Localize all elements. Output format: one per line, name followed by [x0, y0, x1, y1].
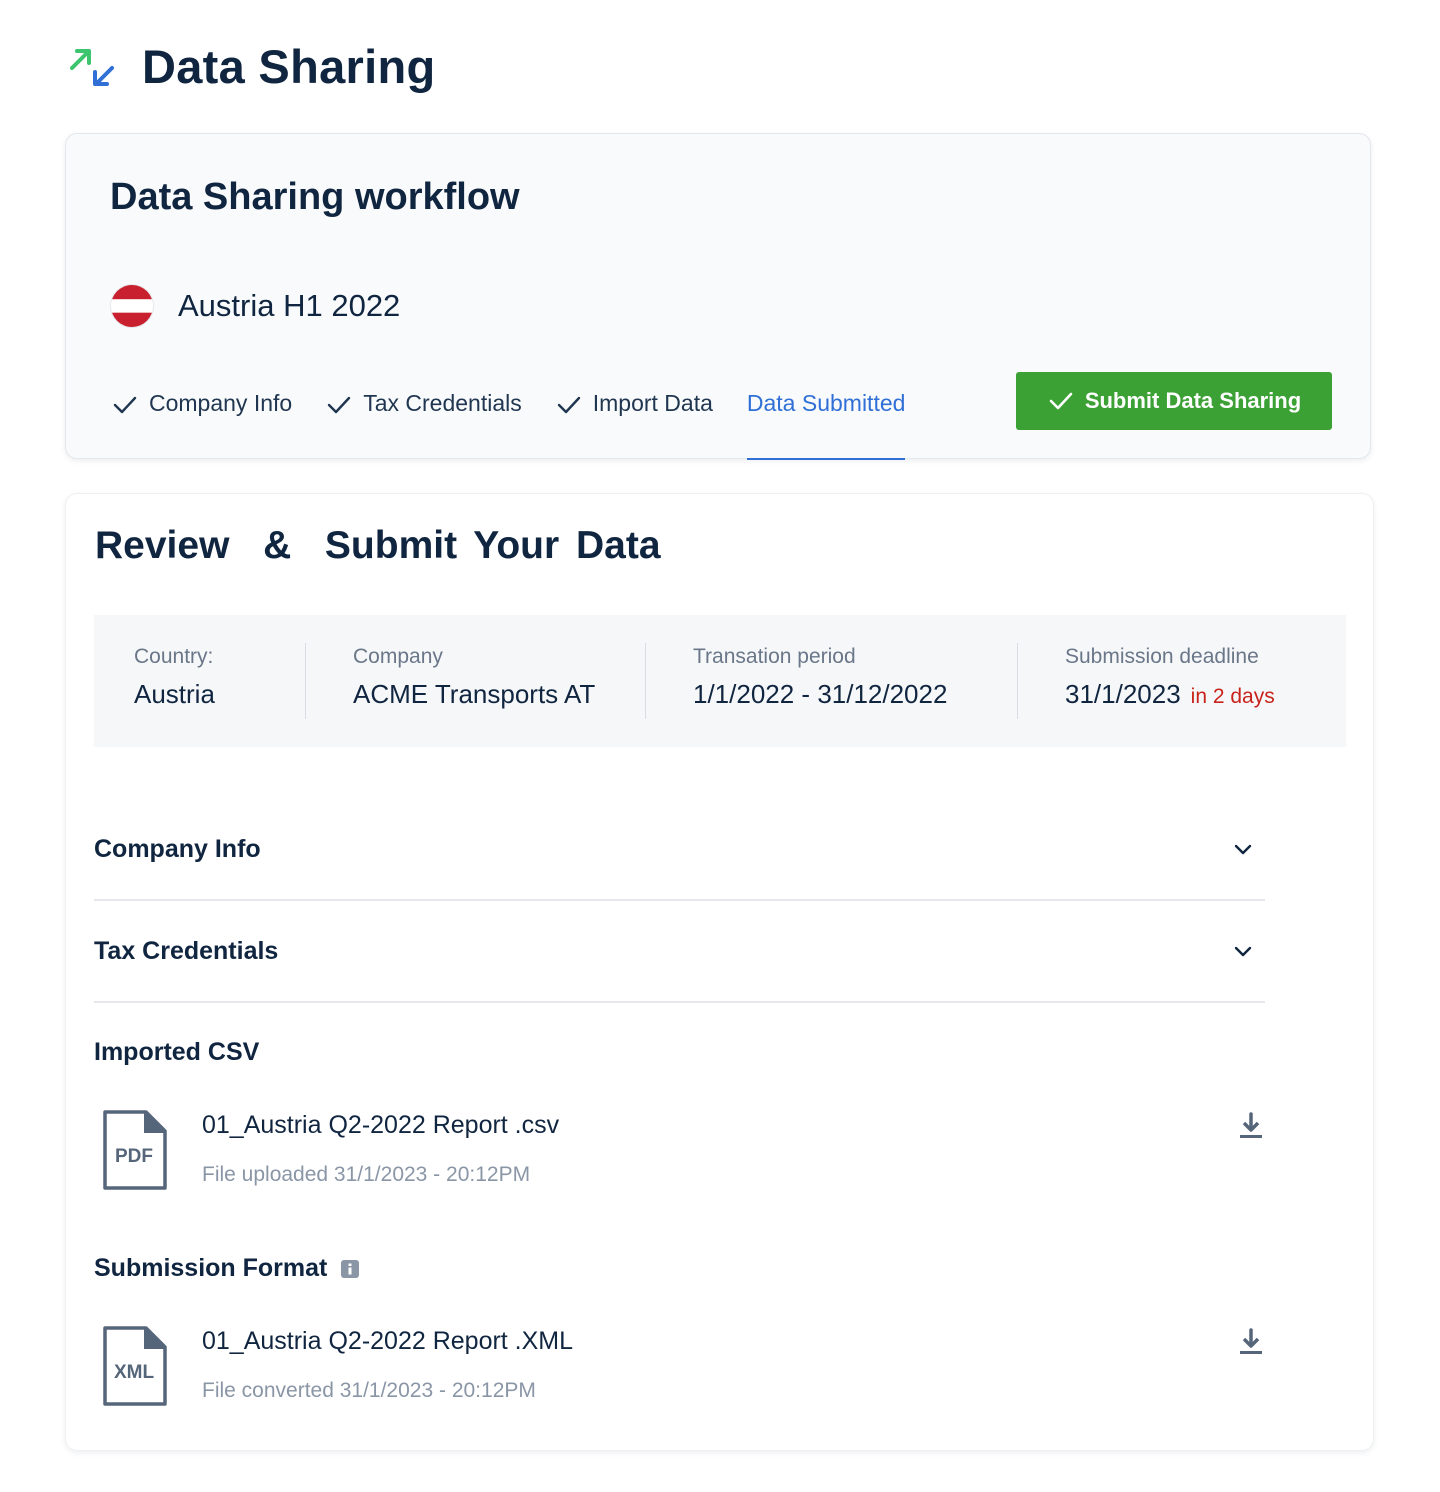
- report-row: Austria H1 2022: [110, 284, 400, 328]
- file-meta: File uploaded 31/1/2023 - 20:12PM: [202, 1163, 531, 1186]
- imported-csv-heading: Imported CSV: [94, 1038, 259, 1067]
- company-value: ACME Transports AT: [353, 679, 596, 709]
- xml-file-icon: XML: [103, 1326, 167, 1406]
- check-icon: [1049, 392, 1073, 410]
- file-badge: XML: [114, 1362, 155, 1383]
- submission-format-heading: Submission Format: [94, 1254, 360, 1283]
- step-label: Import Data: [592, 390, 713, 416]
- report-name: Austria H1 2022: [178, 288, 401, 323]
- summary-panel: Country: Austria Company ACME Transports…: [94, 615, 1346, 747]
- step-data-submitted[interactable]: Data Submitted: [746, 382, 906, 460]
- accordion-title: Company Info: [94, 834, 261, 863]
- accordion-title: Tax Credentials: [94, 936, 279, 965]
- step-import-data[interactable]: Import Data: [556, 382, 713, 460]
- country-value: Austria: [134, 679, 215, 709]
- summary-deadline: Submission deadline 31/1/2023 in 2 days: [1065, 645, 1275, 719]
- accordion-tax-credentials[interactable]: Tax Credentials: [94, 901, 1265, 1003]
- workflow-title: Data Sharing workflow: [110, 176, 520, 218]
- workflow-card: Data Sharing workflow Austria H1 2022 Co…: [65, 133, 1371, 460]
- arrows-exchange-icon: [70, 49, 114, 86]
- file-badge: PDF: [115, 1146, 153, 1167]
- file-meta: File converted 31/1/2023 - 20:12PM: [202, 1379, 536, 1402]
- info-icon[interactable]: [341, 1259, 360, 1278]
- deadline-value-row: 31/1/2023 in 2 days: [1065, 679, 1275, 710]
- step-company-info[interactable]: Company Info: [112, 382, 292, 460]
- country-label: Country:: [134, 645, 214, 668]
- summary-country: Country: Austria: [134, 645, 215, 719]
- review-card: Review & Submit Your Data Country: Austr…: [65, 493, 1374, 1451]
- file-name: 01_Austria Q2-2022 Report .XML: [202, 1327, 574, 1355]
- file-name: 01_Austria Q2-2022 Report .csv: [202, 1111, 560, 1139]
- section-title: Submission Format: [94, 1254, 328, 1282]
- summary-period: Transation period 1/1/2022 - 31/12/2022: [693, 645, 947, 719]
- deadline-value: 31/1/2023: [1065, 679, 1181, 709]
- workflow-steps: Company Info Tax Credentials Import Data…: [112, 382, 906, 460]
- company-label: Company: [353, 645, 443, 668]
- austria-flag-icon: [110, 284, 154, 328]
- period-label: Transation period: [693, 645, 856, 668]
- page-header: Data Sharing: [68, 38, 436, 94]
- page-title: Data Sharing: [142, 39, 436, 93]
- section-title: Imported CSV: [94, 1038, 260, 1066]
- step-tax-credentials[interactable]: Tax Credentials: [326, 382, 522, 460]
- download-icon[interactable]: [1236, 1327, 1266, 1357]
- chevron-down-icon: [1234, 844, 1252, 855]
- chevron-down-icon: [1234, 946, 1252, 957]
- summary-company: Company ACME Transports AT: [353, 645, 595, 719]
- check-icon: [328, 396, 351, 414]
- check-icon: [557, 396, 580, 414]
- period-value: 1/1/2022 - 31/12/2022: [693, 679, 948, 709]
- submit-data-sharing-button[interactable]: Submit Data Sharing: [1016, 372, 1332, 430]
- deadline-due-badge: in 2 days: [1190, 685, 1275, 708]
- accordion-company-info[interactable]: Company Info: [94, 799, 1265, 901]
- divider: [305, 643, 306, 719]
- check-icon: [113, 396, 137, 414]
- divider: [1017, 643, 1018, 719]
- step-label: Data Submitted: [746, 390, 906, 416]
- review-title: Review & Submit Your Data: [95, 524, 661, 567]
- converted-file-row: XML 01_Austria Q2-2022 Report .XML File …: [102, 1325, 1266, 1409]
- pdf-file-icon: PDF: [103, 1110, 167, 1190]
- step-label: Company Info: [149, 390, 293, 416]
- submit-label: Submit Data Sharing: [1084, 388, 1302, 413]
- divider: [645, 643, 646, 719]
- step-label: Tax Credentials: [363, 390, 522, 416]
- imported-file-row: PDF 01_Austria Q2-2022 Report .csv File …: [102, 1109, 1266, 1193]
- download-icon[interactable]: [1236, 1111, 1266, 1141]
- deadline-label: Submission deadline: [1065, 645, 1259, 668]
